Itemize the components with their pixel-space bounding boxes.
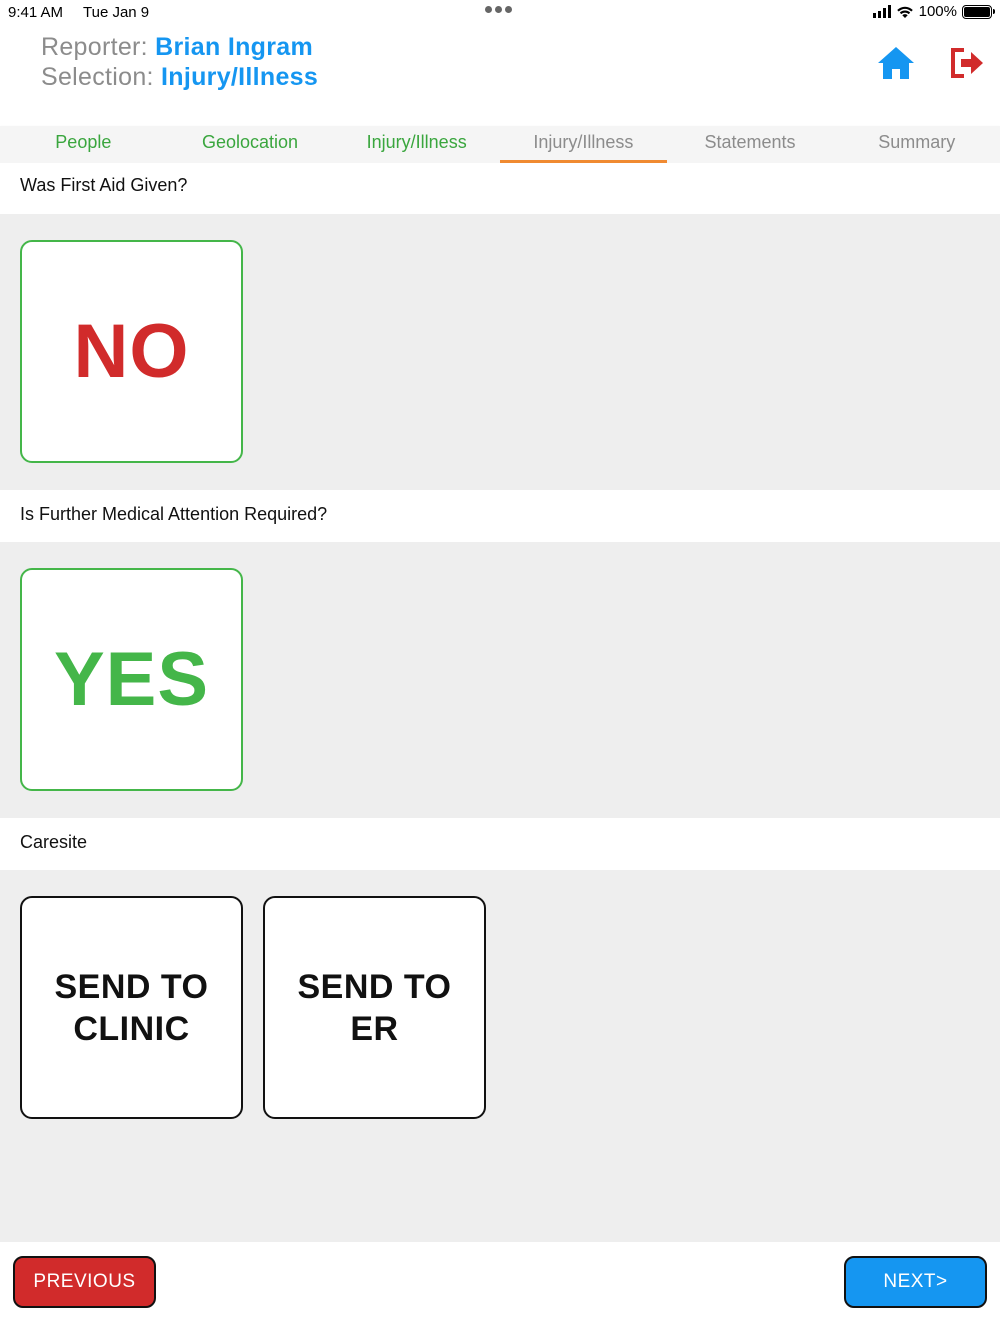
battery-percent: 100%	[918, 3, 957, 20]
reporter-line: Reporter: Brian Ingram	[41, 33, 313, 62]
sign-out-button[interactable]	[950, 47, 986, 79]
wizard-tabs: People Geolocation Injury/Illness Injury…	[0, 126, 1000, 163]
status-time: 9:41 AM	[8, 4, 64, 21]
wifi-icon	[896, 6, 913, 18]
next-button[interactable]: NEXT>	[844, 1256, 987, 1308]
caresite-label: Caresite	[0, 818, 1000, 870]
footer-nav: PREVIOUS NEXT>	[0, 1242, 1000, 1334]
status-date: Tue Jan 9	[83, 4, 150, 21]
first-aid-no-button[interactable]: NO	[20, 240, 243, 463]
multitasking-dots-icon[interactable]	[485, 5, 515, 16]
send-to-er-label: SEND TO ER	[297, 966, 451, 1050]
reporter-name: Brian Ingram	[155, 33, 313, 61]
send-to-clinic-button[interactable]: SEND TO CLINIC	[20, 896, 243, 1119]
tab-injury-illness-details[interactable]: Injury/Illness	[500, 126, 667, 163]
send-to-er-button[interactable]: SEND TO ER	[263, 896, 486, 1119]
reporter-label: Reporter:	[41, 33, 148, 61]
selection-value: Injury/Illness	[161, 63, 319, 91]
tab-summary[interactable]: Summary	[833, 126, 1000, 163]
send-to-er-line2: ER	[350, 1009, 399, 1048]
caresite-panel: SEND TO CLINIC SEND TO ER	[0, 870, 1000, 1242]
home-icon	[878, 47, 914, 79]
first-aid-panel: NO	[0, 214, 1000, 490]
tab-people[interactable]: People	[0, 126, 167, 163]
first-aid-question: Was First Aid Given?	[0, 163, 1000, 214]
send-to-clinic-line1: SEND TO	[54, 967, 209, 1006]
medical-attention-panel: YES	[0, 542, 1000, 818]
status-bar: 9:41 AM Tue Jan 9 100%	[0, 0, 1000, 28]
send-to-clinic-line2: CLINIC	[73, 1009, 190, 1048]
cellular-signal-icon	[872, 5, 891, 18]
first-aid-answer: NO	[73, 309, 190, 394]
battery-icon	[962, 4, 995, 19]
medical-attention-question: Is Further Medical Attention Required?	[0, 490, 1000, 542]
sign-out-icon	[951, 48, 983, 78]
send-to-clinic-label: SEND TO CLINIC	[54, 966, 208, 1050]
selection-label: Selection:	[41, 63, 154, 91]
medical-attention-yes-button[interactable]: YES	[20, 568, 243, 791]
status-indicators: 100%	[872, 3, 995, 20]
selection-line: Selection: Injury/Illness	[41, 63, 318, 92]
previous-button[interactable]: PREVIOUS	[13, 1256, 156, 1308]
send-to-er-line1: SEND TO	[297, 967, 452, 1006]
medical-attention-answer: YES	[53, 637, 210, 722]
tab-injury-illness[interactable]: Injury/Illness	[333, 126, 500, 163]
home-button[interactable]	[876, 45, 916, 81]
tab-geolocation[interactable]: Geolocation	[167, 126, 334, 163]
tab-statements[interactable]: Statements	[667, 126, 834, 163]
